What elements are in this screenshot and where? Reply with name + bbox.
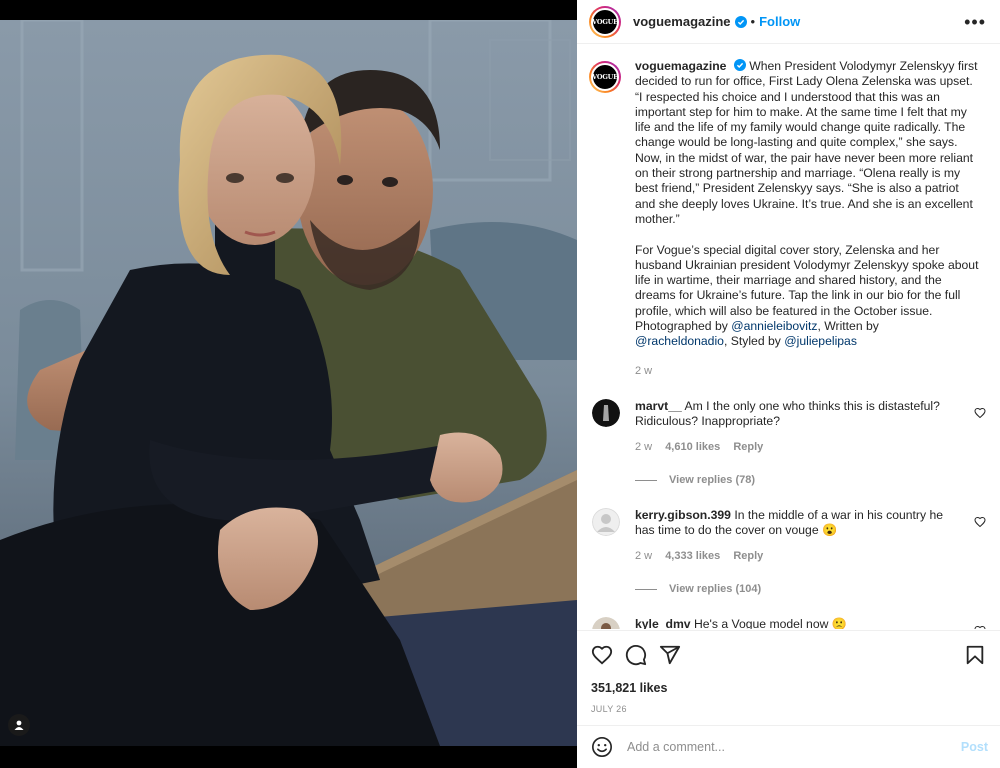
post-photo[interactable]	[0, 20, 577, 746]
caption-timestamp[interactable]: 2 w	[635, 364, 980, 379]
reply-button[interactable]: Reply	[733, 441, 763, 453]
avatar-logo: VOGUE	[591, 63, 619, 91]
comment-input[interactable]	[627, 740, 961, 754]
comment-meta: 2 w 4,610 likes Reply	[635, 440, 955, 455]
comment-item: marvt__ Am I the only one who thinks thi…	[589, 398, 986, 488]
caption: VOGUE voguemagazine When President Volod…	[589, 59, 986, 379]
header-username[interactable]: voguemagazine	[633, 14, 731, 29]
comment-likes[interactable]: 4,610 likes	[665, 441, 720, 453]
view-replies-button[interactable]: View replies (104)	[635, 582, 955, 597]
post-comment-button[interactable]: Post	[961, 740, 988, 754]
post-side-panel: VOGUE voguemagazine • Follow ••• VOGUE v…	[577, 0, 1000, 768]
emoji-icon[interactable]	[591, 736, 613, 758]
comment-body: kyle_dmv He's a Vogue model now 🙁	[635, 617, 955, 629]
stylist-link[interactable]: @juliepelipas	[784, 334, 857, 348]
comment-item: kyle_dmv He's a Vogue model now 🙁	[589, 617, 986, 629]
avatar[interactable]	[592, 398, 620, 427]
replies-divider	[635, 589, 657, 591]
comment-text: He's a Vogue model now 🙁	[693, 617, 847, 629]
comment-username[interactable]: kerry.gibson.399	[635, 508, 731, 522]
comment-username[interactable]: marvt__	[635, 399, 682, 413]
view-replies-button[interactable]: View replies (78)	[635, 473, 955, 488]
photo-illustration	[0, 20, 577, 746]
heart-icon[interactable]	[974, 407, 986, 419]
comment-body: kerry.gibson.399 In the middle of a war …	[635, 508, 955, 597]
post-date[interactable]: JULY 26	[591, 704, 986, 714]
credit-separator: , Styled by	[723, 334, 785, 349]
avatar[interactable]: VOGUE	[589, 5, 621, 38]
follow-button[interactable]: Follow	[759, 14, 800, 29]
verified-badge-icon	[734, 15, 747, 28]
post-header: VOGUE voguemagazine • Follow •••	[577, 0, 1000, 44]
likes-count[interactable]: 351,821 likes	[591, 681, 986, 695]
writer-link[interactable]: @racheldonadio	[635, 334, 724, 348]
comment-timestamp[interactable]: 2 w	[635, 441, 652, 453]
comment-username[interactable]: kyle_dmv	[635, 617, 691, 629]
heart-icon[interactable]	[974, 516, 986, 528]
heart-icon[interactable]	[974, 625, 986, 629]
credit-separator: , Written by	[817, 319, 879, 334]
bookmark-icon[interactable]	[964, 644, 986, 666]
action-icons	[591, 643, 986, 667]
view-replies-label: View replies (78)	[669, 473, 756, 486]
comment-item: kerry.gibson.399 In the middle of a war …	[589, 508, 986, 597]
avatar[interactable]	[592, 617, 620, 629]
caption-body: voguemagazine When President Volodymyr Z…	[635, 59, 980, 379]
share-icon[interactable]	[659, 644, 681, 666]
heart-icon[interactable]	[591, 644, 613, 666]
post-media[interactable]	[0, 0, 577, 768]
add-comment-bar: Post	[577, 725, 1000, 768]
separator-dot: •	[750, 14, 756, 29]
photographer-link[interactable]: @annieleibovitz	[731, 319, 817, 333]
comments-scroll-area[interactable]: VOGUE voguemagazine When President Volod…	[577, 45, 1000, 629]
more-options-icon[interactable]: •••	[964, 13, 986, 31]
user-tag-icon[interactable]	[8, 714, 30, 736]
comment-meta: 2 w 4,333 likes Reply	[635, 549, 955, 564]
comment-timestamp[interactable]: 2 w	[635, 550, 652, 562]
verified-badge-icon	[733, 59, 746, 71]
replies-divider	[635, 479, 657, 481]
reply-button[interactable]: Reply	[733, 550, 763, 562]
avatar[interactable]	[592, 508, 620, 537]
comment-body: marvt__ Am I the only one who thinks thi…	[635, 399, 955, 488]
comment-icon[interactable]	[625, 644, 647, 666]
view-replies-label: View replies (104)	[669, 583, 762, 596]
post-actions: 351,821 likes JULY 26	[577, 630, 1000, 725]
caption-username[interactable]: voguemagazine	[635, 59, 726, 73]
avatar-logo: VOGUE	[591, 7, 619, 36]
comment-likes[interactable]: 4,333 likes	[665, 550, 720, 562]
caption-avatar[interactable]: VOGUE	[589, 61, 621, 93]
caption-text: When President Volodymyr Zelenskyy first…	[635, 59, 979, 334]
